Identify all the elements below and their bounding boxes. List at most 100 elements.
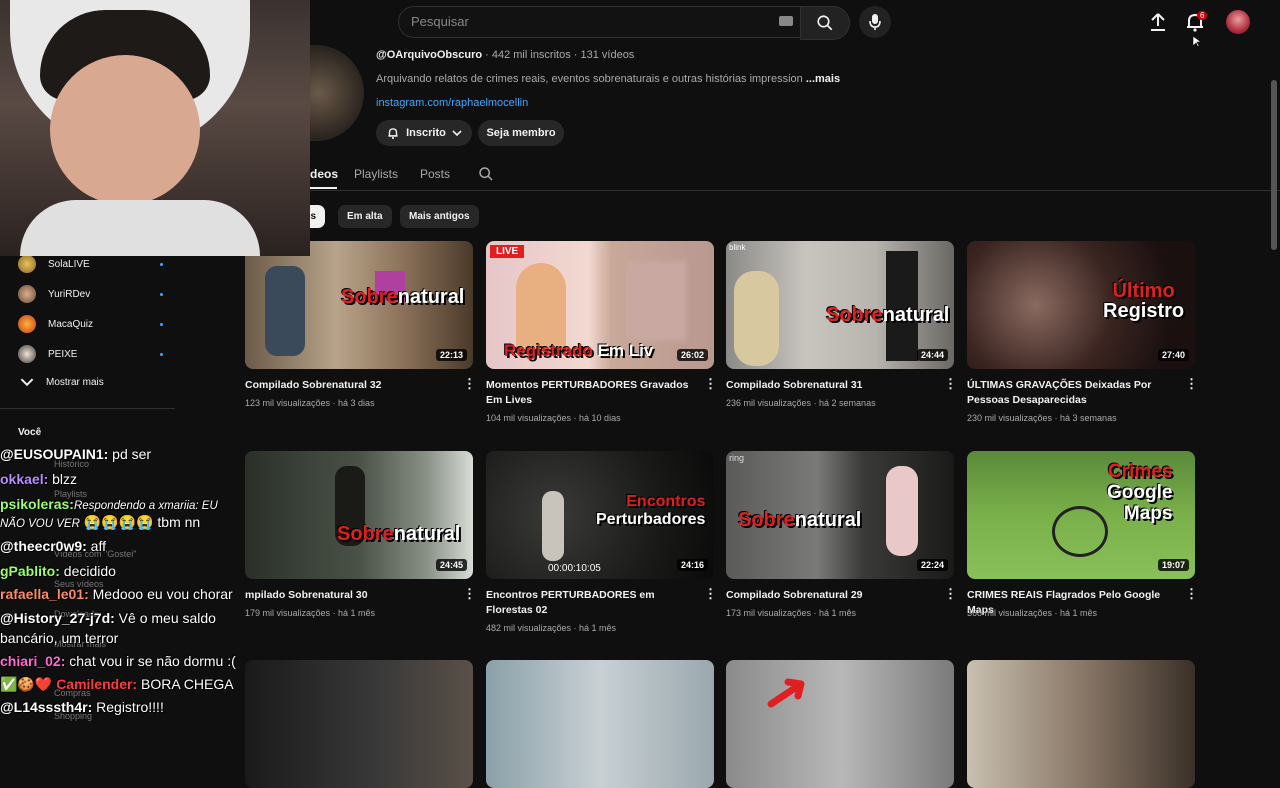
video-duration: 27:40 [1157, 349, 1189, 361]
thumbnail-overlay-text: Último Registro [1103, 280, 1185, 322]
video-card[interactable]: ring Sobrenatural 22:24 Compilado Sobren… [726, 451, 957, 618]
keyboard-icon[interactable] [779, 16, 793, 26]
video-duration: 24:45 [435, 559, 467, 571]
chat-message: okkael: blzz [0, 471, 77, 487]
channel-handle-line: @OArquivoObscuro · 442 mil inscritos · 1… [376, 49, 634, 61]
video-thumbnail[interactable]: blink Sobrenatural 24:44 [726, 241, 954, 369]
video-card[interactable]: blink Sobrenatural 24:44 Compilado Sobre… [726, 241, 957, 408]
more-options-icon[interactable]: ⋮ [1185, 586, 1198, 602]
chat-text: Respondendo a xmariia: EU [73, 500, 218, 512]
join-label: Seja membro [486, 127, 556, 139]
channel-search-icon[interactable] [478, 166, 494, 182]
more-options-icon[interactable]: ⋮ [463, 376, 476, 392]
tab-playlists[interactable]: Playlists [354, 167, 398, 181]
chat-message: chiari_02: chat vou ir se não dormu :( [0, 653, 236, 669]
chevron-down-icon [20, 378, 34, 387]
channel-handle: @OArquivoObscuro [376, 49, 483, 61]
thumbnail-overlay-text: Sobrenatural [337, 523, 461, 545]
thumbnail-overlay-text: Encontros Perturbadores [596, 493, 706, 528]
voice-search-button[interactable] [859, 6, 891, 38]
chat-message: psikoleras:Respondendo a xmariia: EU [0, 496, 218, 512]
webcam-overlay [0, 0, 310, 256]
chat-message: @L14sssth4r: Registro!!!! [0, 699, 164, 715]
more-options-icon[interactable]: ⋮ [1185, 376, 1198, 392]
chat-username: @theecr0w9: [0, 538, 87, 554]
more-options-icon[interactable]: ⋮ [944, 586, 957, 602]
chat-username: rafaella_le01: [0, 586, 89, 602]
video-title[interactable]: ÚLTIMAS GRAVAÇÕES Deixadas Por Pessoas D… [967, 378, 1177, 408]
more-options-icon[interactable]: ⋮ [944, 376, 957, 392]
video-card[interactable]: LIVE Registrado Em Liv 26:02 Momentos PE… [486, 241, 717, 423]
person-figure [886, 466, 918, 556]
channel-link[interactable]: instagram.com/raphaelmocellin [376, 97, 528, 109]
video-card[interactable]: Encontros Perturbadores 00:00:10:05 24:16… [486, 451, 717, 633]
video-thumbnail[interactable]: Último Registro 27:40 [967, 241, 1195, 369]
video-meta: 104 mil visualizações · há 10 dias [486, 413, 621, 423]
video-meta: 123 mil visualizações · há 3 dias [245, 398, 375, 408]
channel-description: Arquivando relatos de crimes reais, even… [376, 73, 840, 85]
more-options-icon[interactable]: ⋮ [704, 586, 717, 602]
chat-message: gPablito: decidido [0, 563, 116, 579]
upload-icon[interactable] [1146, 10, 1170, 34]
avatar [18, 255, 36, 273]
video-meta: 236 mil visualizações · há 2 semanas [726, 398, 876, 408]
sidebar-show-more[interactable]: Mostrar mais [20, 375, 104, 389]
sidebar-item-yurirdev[interactable]: YuriRDev [18, 285, 163, 303]
video-meta: 173 mil visualizações · há 1 mês [726, 608, 857, 618]
sidebar-item-solalive[interactable]: SolaLIVE [18, 255, 163, 273]
mouse-cursor-icon [1193, 36, 1201, 48]
video-thumbnail[interactable] [486, 660, 714, 788]
more-options-icon[interactable]: ⋮ [704, 376, 717, 392]
search-button[interactable] [800, 6, 850, 40]
more-options-icon[interactable]: ⋮ [463, 586, 476, 602]
sidebar-section-voce[interactable]: Você [18, 427, 41, 438]
video-card[interactable]: Crimes Google Maps 19:07 CRIMES REAIS Flag… [967, 451, 1198, 618]
channel-stats: · 442 mil inscritos · 131 vídeos [482, 49, 635, 61]
video-thumbnail[interactable]: ring Sobrenatural 22:24 [726, 451, 954, 579]
chat-username: @History_27-j7d: [0, 610, 115, 626]
shirt [20, 200, 260, 256]
badge-icons: ✅🍪❤️ [0, 676, 57, 692]
sidebar-item-macaquiz[interactable]: MacaQuiz [18, 315, 163, 333]
search-box[interactable]: Pesquisar [398, 6, 802, 38]
chat-text: Registro!!!! [92, 699, 164, 715]
tab-videos[interactable]: deos [310, 167, 338, 181]
video-thumbnail[interactable]: Encontros Perturbadores 00:00:10:05 24:16 [486, 451, 714, 579]
subscribed-button[interactable]: Inscrito [376, 120, 472, 146]
video-thumbnail[interactable] [726, 660, 954, 788]
search-input[interactable]: Pesquisar [411, 14, 469, 29]
live-indicator [160, 322, 163, 326]
video-thumbnail[interactable] [967, 660, 1195, 788]
chat-username: @L14sssth4r: [0, 699, 93, 715]
sidebar-item-peixe[interactable]: PEIXE [18, 345, 163, 363]
red-arrow-icon [767, 678, 805, 708]
channel-avatar[interactable] [308, 45, 364, 141]
show-more-label: Mostrar mais [46, 376, 104, 388]
video-thumbnail[interactable]: Crimes Google Maps 19:07 [967, 451, 1195, 579]
blurred-area [626, 261, 686, 341]
scrollbar-thumb[interactable] [1271, 80, 1277, 250]
video-card[interactable]: Sobrenatural 22:13 Compilado Sobrenatura… [245, 241, 476, 408]
chat-text: blzz [48, 471, 78, 487]
chip-mais-antigos[interactable]: Mais antigos [400, 205, 479, 228]
chat-message: bancário, um terror [0, 630, 118, 646]
sidebar-item-label: PEIXE [48, 348, 78, 360]
video-card[interactable]: Último Registro 27:40 ÚLTIMAS GRAVAÇÕES D… [967, 241, 1198, 423]
video-thumbnail[interactable]: LIVE Registrado Em Liv 26:02 [486, 241, 714, 369]
chat-text: decidido [59, 563, 116, 579]
chat-message: rafaella_le01: Medooo eu vou chorar [0, 586, 233, 602]
tab-posts[interactable]: Posts [420, 167, 450, 181]
video-thumbnail[interactable]: Sobrenatural 22:13 [245, 241, 473, 369]
more-link[interactable]: ...mais [806, 73, 840, 85]
account-avatar[interactable] [1226, 10, 1250, 34]
chat-message: @theecr0w9: aff [0, 538, 106, 554]
chat-username: okkael: [0, 471, 49, 487]
video-title[interactable]: Encontros PERTURBADORES em Florestas 02 [486, 588, 696, 618]
join-button[interactable]: Seja membro [478, 120, 564, 146]
video-title[interactable]: Compilado Sobrenatural 29 [726, 588, 936, 603]
video-title[interactable]: Momentos PERTURBADORES Gravados Em Lives [486, 378, 696, 408]
video-title[interactable]: Compilado Sobrenatural 32 [245, 378, 455, 393]
video-title[interactable]: Compilado Sobrenatural 31 [726, 378, 936, 393]
stream-chat-overlay: @EUSOUPAIN1: pd ser okkael: blzz psikole… [0, 425, 290, 720]
chip-em-alta[interactable]: Em alta [338, 205, 392, 228]
